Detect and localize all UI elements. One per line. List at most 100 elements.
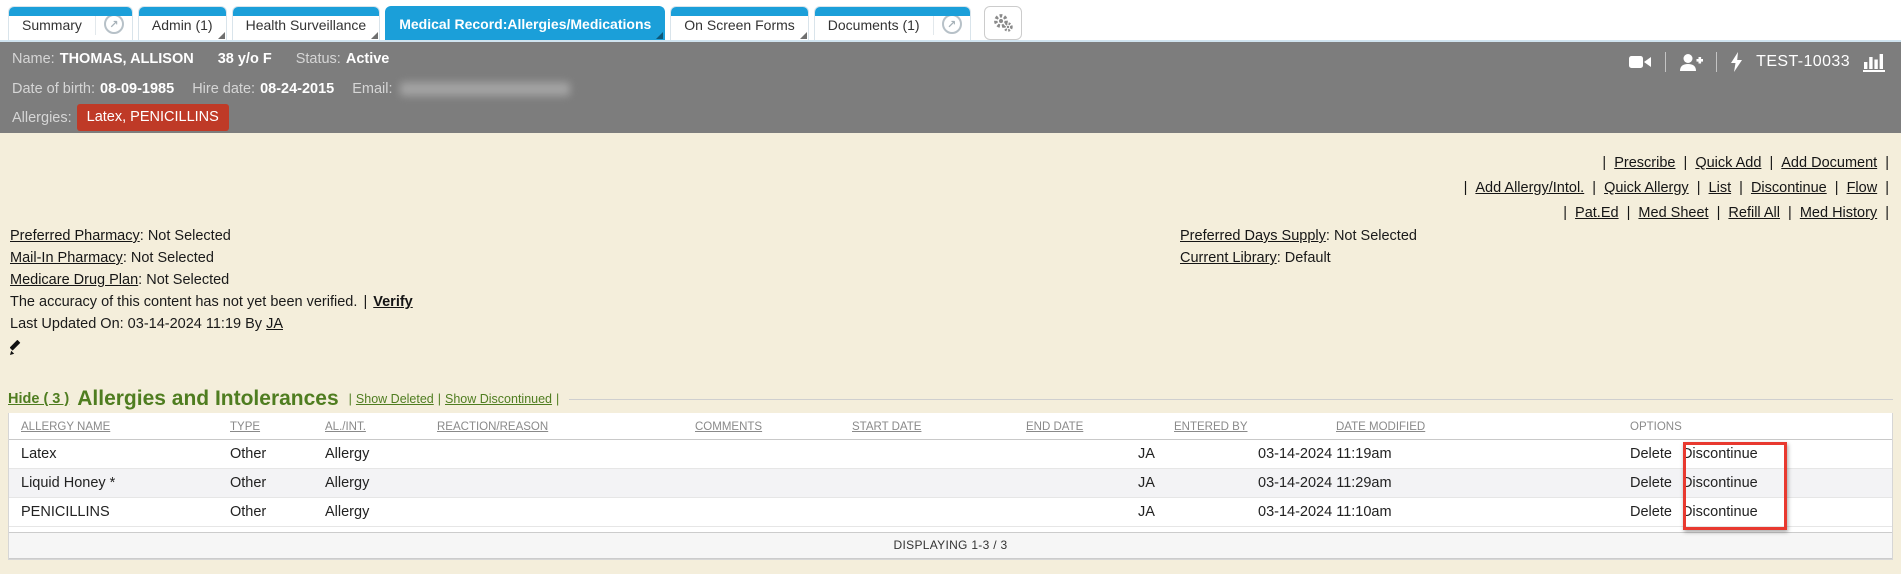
- settings-gear-button[interactable]: [984, 6, 1022, 40]
- bar-chart-icon[interactable]: [1863, 53, 1885, 72]
- current-library-link[interactable]: Current Library: [1180, 250, 1277, 266]
- cell-date-modified: 03-14-2024 11:10am: [1246, 498, 1546, 527]
- discontinue-link[interactable]: Discontinue: [1751, 180, 1827, 196]
- quick-allergy-link[interactable]: Quick Allergy: [1604, 180, 1689, 196]
- col-start-date[interactable]: START DATE: [840, 413, 1014, 440]
- mail-in-pharmacy-row: Mail-In Pharmacy: Not Selected: [10, 247, 413, 269]
- accuracy-text: The accuracy of this content has not yet…: [10, 294, 357, 310]
- delete-row-link[interactable]: Delete: [1630, 504, 1672, 520]
- add-person-icon[interactable]: [1679, 53, 1703, 72]
- medicare-drug-plan-link[interactable]: Medicare Drug Plan: [10, 272, 138, 288]
- preferred-pharmacy-link[interactable]: Preferred Pharmacy: [10, 228, 140, 244]
- colon: :: [1326, 228, 1330, 244]
- icon-divider: [1716, 52, 1717, 72]
- cell-entered-by: JA: [1126, 440, 1246, 469]
- cell-allergy-name: PENICILLINS: [9, 498, 218, 527]
- add-allergy-intol-link[interactable]: Add Allergy/Intol.: [1475, 180, 1584, 196]
- cell-end-date: [1014, 440, 1126, 469]
- separator: |: [1885, 180, 1889, 196]
- cell-al-int: Allergy: [313, 469, 425, 498]
- delete-row-link[interactable]: Delete: [1630, 446, 1672, 462]
- discontinue-row-link[interactable]: Discontinue: [1682, 446, 1758, 462]
- separator: |: [1627, 205, 1631, 221]
- action-links-row-2: | Add Allergy/Intol. | Quick Allergy | L…: [1462, 176, 1891, 201]
- show-deleted-link[interactable]: Show Deleted: [356, 392, 434, 406]
- dob-label: Date of birth:: [12, 78, 95, 100]
- discontinue-row-link[interactable]: Discontinue: [1682, 475, 1758, 491]
- name-label: Name:: [12, 48, 55, 70]
- email-label: Email:: [352, 78, 392, 100]
- col-reaction-reason[interactable]: REACTION/REASON: [425, 413, 683, 440]
- cell-type: Other: [218, 469, 313, 498]
- preferred-pharmacy-row: Preferred Pharmacy: Not Selected: [10, 225, 413, 247]
- tab-summary[interactable]: Summary ↗: [8, 6, 133, 40]
- hire-date-label: Hire date:: [192, 78, 255, 100]
- prescribe-link[interactable]: Prescribe: [1614, 155, 1675, 171]
- preferred-days-supply-link[interactable]: Preferred Days Supply: [1180, 228, 1326, 244]
- gears-icon: [992, 12, 1014, 34]
- delete-row-link[interactable]: Delete: [1630, 475, 1672, 491]
- pat-ed-link[interactable]: Pat.Ed: [1575, 205, 1619, 221]
- cell-type: Other: [218, 440, 313, 469]
- discontinue-row-link[interactable]: Discontinue: [1682, 504, 1758, 520]
- allergies-table: ALLERGY NAME TYPE AL./INT. REACTION/REAS…: [9, 413, 1892, 527]
- edit-pencil-icon[interactable]: [10, 340, 25, 355]
- cell-reaction: [425, 469, 683, 498]
- tab-health-surveillance[interactable]: Health Surveillance: [232, 6, 381, 40]
- status-label: Status:: [296, 48, 341, 70]
- cell-start-date: [840, 498, 1014, 527]
- tab-medical-record-allergies-medications[interactable]: Medical Record:Allergies/Medications: [385, 6, 665, 40]
- colon: :: [140, 228, 144, 244]
- updated-by-link[interactable]: JA: [266, 316, 283, 332]
- tab-on-screen-forms[interactable]: On Screen Forms: [670, 6, 808, 40]
- medicare-drug-plan-row: Medicare Drug Plan: Not Selected: [10, 269, 413, 291]
- refill-all-link[interactable]: Refill All: [1728, 205, 1780, 221]
- col-allergy-name[interactable]: ALLERGY NAME: [9, 413, 218, 440]
- pharmacy-info-panel: Preferred Pharmacy: Not Selected Mail-In…: [10, 225, 413, 362]
- cell-al-int: Allergy: [313, 440, 425, 469]
- show-discontinued-link[interactable]: Show Discontinued: [445, 392, 552, 406]
- separator: |: [1602, 155, 1606, 171]
- patient-id: TEST-10033: [1756, 53, 1850, 71]
- med-sheet-link[interactable]: Med Sheet: [1638, 205, 1708, 221]
- patient-name: THOMAS, ALLISON: [60, 48, 194, 70]
- lightning-icon[interactable]: [1730, 52, 1743, 72]
- hide-section-link[interactable]: Hide ( 3 ): [8, 391, 69, 407]
- popout-arrow-icon[interactable]: ↗: [942, 14, 962, 34]
- col-entered-by[interactable]: ENTERED BY: [1126, 413, 1246, 440]
- list-link[interactable]: List: [1709, 180, 1732, 196]
- preferred-days-supply-value: Not Selected: [1334, 228, 1417, 244]
- video-camera-icon[interactable]: [1628, 53, 1652, 71]
- flow-link[interactable]: Flow: [1847, 180, 1878, 196]
- allergies-badge[interactable]: Latex, PENICILLINS: [77, 104, 229, 131]
- verify-link[interactable]: Verify: [373, 294, 413, 310]
- separator: |: [438, 392, 441, 406]
- col-al-int[interactable]: AL./INT.: [313, 413, 425, 440]
- med-history-link[interactable]: Med History: [1800, 205, 1877, 221]
- quick-add-link[interactable]: Quick Add: [1695, 155, 1761, 171]
- mail-in-pharmacy-link[interactable]: Mail-In Pharmacy: [10, 250, 123, 266]
- allergies-table-container: ALLERGY NAME TYPE AL./INT. REACTION/REAS…: [8, 413, 1893, 560]
- last-updated-row: Last Updated On: 03-14-2024 11:19 By JA: [10, 313, 413, 335]
- popout-arrow-icon[interactable]: ↗: [104, 14, 124, 34]
- patient-status: Active: [346, 48, 390, 70]
- col-comments[interactable]: COMMENTS: [683, 413, 840, 440]
- patient-banner: Name: THOMAS, ALLISON 38 y/o F Status: A…: [0, 42, 1901, 133]
- separator: |: [1835, 180, 1839, 196]
- cell-entered-by: JA: [1126, 469, 1246, 498]
- separator: |: [1592, 180, 1596, 196]
- col-type[interactable]: TYPE: [218, 413, 313, 440]
- tab-documents[interactable]: Documents (1) ↗: [814, 6, 971, 40]
- table-header-row: ALLERGY NAME TYPE AL./INT. REACTION/REAS…: [9, 413, 1892, 440]
- col-date-modified[interactable]: DATE MODIFIED: [1246, 413, 1546, 440]
- cell-options: Delete Discontinue: [1546, 440, 1892, 469]
- add-document-link[interactable]: Add Document: [1781, 155, 1877, 171]
- col-end-date[interactable]: END DATE: [1014, 413, 1126, 440]
- separator: |: [1739, 180, 1743, 196]
- tab-admin[interactable]: Admin (1): [138, 6, 227, 40]
- tab-label: Admin (1): [139, 17, 226, 40]
- allergies-section-header: Hide ( 3 ) Allergies and Intolerances | …: [8, 385, 1893, 413]
- separator: |: [1788, 205, 1792, 221]
- patient-name-row: Name: THOMAS, ALLISON 38 y/o F Status: A…: [12, 48, 1889, 70]
- cell-al-int: Allergy: [313, 498, 425, 527]
